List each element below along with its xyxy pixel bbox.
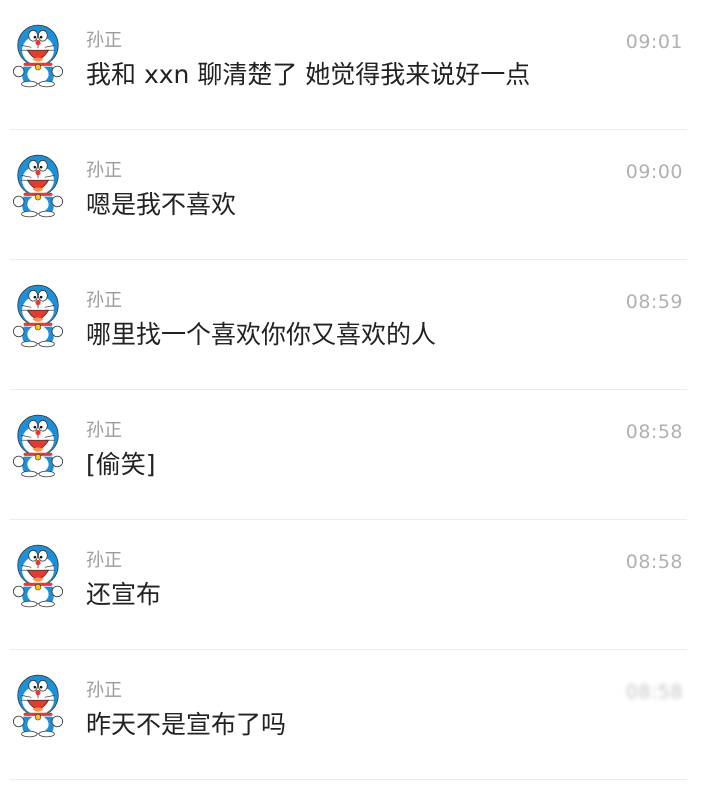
message-item[interactable]: 孙正 09:00 嗯是我不喜欢 bbox=[0, 130, 701, 260]
sender-name: 孙正 bbox=[86, 680, 122, 701]
sender-name: 孙正 bbox=[86, 30, 122, 51]
message-item[interactable]: 孙正 08:58 还宣布 bbox=[0, 520, 701, 650]
chat-message-list: 孙正 09:01 我和 xxn 聊清楚了 她觉得我来说好一点 孙正 09:00 … bbox=[0, 0, 701, 785]
message-item[interactable]: 孙正 08:58 昨天不是宣布了吗 bbox=[0, 650, 701, 780]
sender-name: 孙正 bbox=[86, 550, 122, 571]
sender-name: 孙正 bbox=[86, 420, 122, 441]
message-time: 08:58 bbox=[625, 681, 683, 703]
doraemon-avatar-icon[interactable] bbox=[10, 284, 66, 348]
message-item[interactable]: 孙正 08:59 哪里找一个喜欢你你又喜欢的人 bbox=[0, 260, 701, 390]
message-text: 还宣布 bbox=[86, 580, 162, 609]
message-text: 哪里找一个喜欢你你又喜欢的人 bbox=[86, 320, 437, 349]
doraemon-avatar-icon[interactable] bbox=[10, 674, 66, 738]
message-time: 08:59 bbox=[625, 291, 683, 313]
message-time: 09:00 bbox=[625, 161, 683, 183]
doraemon-avatar-icon[interactable] bbox=[10, 414, 66, 478]
message-time: 08:58 bbox=[625, 551, 683, 573]
message-text: 昨天不是宣布了吗 bbox=[86, 710, 287, 739]
message-item[interactable]: 孙正 09:01 我和 xxn 聊清楚了 她觉得我来说好一点 bbox=[0, 0, 701, 130]
message-text: [偷笑] bbox=[86, 450, 156, 479]
message-text: 嗯是我不喜欢 bbox=[86, 190, 237, 219]
doraemon-avatar-icon[interactable] bbox=[10, 24, 66, 88]
message-time: 09:01 bbox=[625, 31, 683, 53]
message-item[interactable]: 孙正 08:58 [偷笑] bbox=[0, 390, 701, 520]
doraemon-avatar-icon[interactable] bbox=[10, 544, 66, 608]
message-time: 08:58 bbox=[625, 421, 683, 443]
sender-name: 孙正 bbox=[86, 160, 122, 181]
divider bbox=[10, 779, 687, 780]
doraemon-avatar-icon[interactable] bbox=[10, 154, 66, 218]
sender-name: 孙正 bbox=[86, 290, 122, 311]
message-text: 我和 xxn 聊清楚了 她觉得我来说好一点 bbox=[86, 60, 531, 89]
